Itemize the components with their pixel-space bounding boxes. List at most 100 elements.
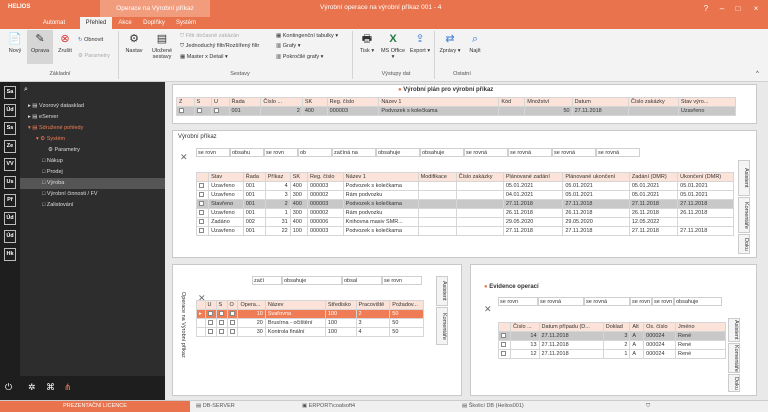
column-header[interactable]: Stav výro... — [677, 97, 737, 107]
module-vv-button[interactable]: VV — [4, 158, 16, 171]
column-header[interactable]: O — [226, 300, 239, 310]
clear-filter-icon[interactable]: ✕ — [180, 152, 188, 163]
table-row[interactable]: 13 27.11.2018 2 A 000024 René — [497, 340, 726, 350]
filter-field[interactable]: začíná na — [332, 148, 376, 157]
filter-field[interactable]: se rovn — [264, 148, 298, 157]
module-ss-button[interactable]: Ss — [4, 122, 16, 135]
advanced-charts-item[interactable]: ▥ Pokročilé grafy ▾ — [276, 53, 323, 61]
find-button[interactable]: ⌕ Najít — [464, 32, 486, 55]
table-row[interactable]: Uzavřeno 001 4 400 000003 Podvozek s kolečkam… — [195, 181, 734, 191]
filter-field[interactable]: obsahu — [230, 148, 264, 157]
menu-system[interactable]: Systém — [172, 17, 200, 29]
menu-prehled[interactable]: Přehled — [80, 17, 112, 29]
column-header[interactable]: Středisko — [324, 300, 357, 310]
filter-disabled-item[interactable]: ⛉ Filtr dočasně zakázán — [180, 32, 239, 40]
tab-asistent[interactable]: Asistent — [728, 318, 740, 342]
menu-akce[interactable]: Akce — [114, 17, 136, 29]
menu-automat[interactable]: Automat — [30, 17, 78, 29]
column-header[interactable]: Požadov... — [389, 300, 424, 310]
tree-icon[interactable]: ⌘ — [46, 382, 55, 393]
power-icon[interactable]: ⏻ — [5, 382, 12, 393]
pivot-item[interactable]: ▦ Kontingenční tabulky ▾ — [276, 32, 338, 40]
menu-doplnky[interactable]: Doplňky — [138, 17, 170, 29]
minimize-icon[interactable]: – — [716, 3, 728, 14]
filter-field[interactable]: obsahuje — [376, 148, 420, 157]
filter-status-icon[interactable]: ⛉ — [646, 403, 650, 410]
tab-komentare[interactable]: Komentáře — [728, 343, 740, 373]
column-header[interactable]: Opera... — [237, 300, 266, 310]
new-button[interactable]: 📄 Nový — [4, 32, 26, 55]
column-header[interactable]: Číslo ... — [260, 97, 303, 107]
column-header[interactable] — [195, 172, 210, 182]
nav-item-vyroba[interactable]: □ Výroba — [20, 178, 165, 189]
charts-item[interactable]: ▥ Grafy ▾ — [276, 42, 300, 50]
nav-item-parametry[interactable]: ⚙ Parametry — [48, 147, 80, 153]
column-header[interactable]: U — [211, 97, 230, 107]
edit-button[interactable]: ✎ Oprava — [27, 30, 53, 64]
nav-item-nakup[interactable]: □ Nákup — [42, 158, 63, 164]
tab-komentare[interactable]: Komentáře — [738, 197, 750, 233]
column-header[interactable]: SK — [289, 172, 308, 182]
collapse-ribbon-icon[interactable]: ^ — [756, 71, 759, 77]
column-header[interactable]: Množství — [524, 97, 573, 107]
column-header[interactable]: Ukončení (DMR) — [677, 172, 734, 182]
filter-field[interactable]: se rovná — [584, 297, 630, 306]
print-button[interactable]: 🖶 Tisk ▾ — [356, 32, 378, 55]
column-header[interactable]: Alt — [629, 322, 645, 332]
column-header[interactable]: Datum případu (D... — [538, 322, 604, 332]
ms-office-button[interactable]: X MS Office ▾ — [380, 32, 406, 61]
checkbox[interactable] — [193, 106, 213, 116]
export-button[interactable]: ⇪ Export ▾ — [408, 32, 432, 55]
filter-field[interactable]: se rovn — [630, 297, 652, 306]
table-row[interactable]: Stavřeno 001 2 400 000003 Podvozek s kolečkam… — [195, 199, 734, 209]
filter-field[interactable]: obsahuje — [420, 148, 464, 157]
table-row[interactable]: ▸ 10 Svařovna 100 2 50 — [196, 309, 424, 319]
delete-button[interactable]: ⊗ Zrušit — [54, 32, 76, 55]
column-header[interactable]: Řada — [228, 97, 262, 107]
table-row[interactable]: 30 Kontrola finální 100 4 50 — [196, 327, 424, 337]
column-header[interactable]: Číslo ... — [510, 322, 540, 332]
filter-field[interactable]: se rovn — [498, 297, 538, 306]
refresh-button[interactable]: ↻ Obnovit — [78, 36, 103, 44]
search-icon[interactable]: ⌕ — [24, 86, 28, 94]
column-header[interactable]: Řada — [242, 172, 266, 182]
messages-button[interactable]: ⇄ Zprávy ▾ — [438, 32, 462, 55]
tab-asistent[interactable]: Asistent — [738, 160, 750, 196]
parameters-button[interactable]: ⚙ Parametry — [78, 52, 110, 60]
simple-filter-item[interactable]: ⛉ Jednoduchý filtr/Rozšířený filtr — [180, 42, 259, 50]
module-ud3-button[interactable]: Úd — [4, 230, 16, 243]
filter-field[interactable]: ob — [298, 148, 332, 157]
nastav-button[interactable]: ⚙ Nastav — [122, 32, 146, 55]
filter-field[interactable]: se rovná — [596, 148, 640, 157]
column-header[interactable]: Kód — [498, 97, 526, 107]
filter-field[interactable]: se rovná — [538, 297, 584, 306]
table-row[interactable]: 20 Brusírna - očištění 100 3 50 — [196, 318, 424, 328]
column-header[interactable]: Reg. číslo — [306, 172, 344, 182]
column-header[interactable]: Stav — [208, 172, 244, 182]
column-header[interactable]: Zadání (DMR) — [628, 172, 679, 182]
column-header[interactable]: Číslo zakázky — [627, 97, 679, 107]
column-header[interactable] — [497, 322, 512, 332]
master-detail-item[interactable]: ▦ Master x Detail ▾ — [180, 53, 228, 61]
help-icon[interactable]: ? — [700, 3, 712, 14]
checkbox[interactable] — [176, 106, 195, 116]
close-icon[interactable]: × — [750, 3, 762, 14]
column-header[interactable]: S — [215, 300, 228, 310]
tab-doku[interactable]: Doku — [728, 374, 740, 392]
nav-item-system[interactable]: ▾ ⚙ Systém — [36, 136, 65, 142]
filter-field[interactable]: se rovná — [464, 148, 508, 157]
nav-item-vzorovy-datasklad[interactable]: ▸ ▤ Vzorový datasklad — [28, 103, 84, 109]
filter-field[interactable]: se rovn — [652, 297, 674, 306]
table-row[interactable]: 12 27.11.2018 1 A 000024 René — [497, 349, 726, 359]
column-header[interactable]: Název — [264, 300, 326, 310]
column-header[interactable]: Plánované ukončení — [562, 172, 630, 182]
module-ud2-button[interactable]: Úd — [4, 212, 16, 225]
filter-field[interactable]: začí — [252, 276, 282, 285]
column-header[interactable]: S — [193, 97, 213, 107]
column-header[interactable]: Plánované zadání — [502, 172, 564, 182]
filter-field[interactable]: se rovn — [196, 148, 230, 157]
column-header[interactable]: SK — [301, 97, 328, 107]
table-row[interactable]: 001 2 400 000003 Podvozek s kolečkama 50… — [176, 106, 737, 116]
clear-filter-icon[interactable]: ✕ — [484, 304, 492, 315]
maximize-icon[interactable]: □ — [732, 3, 744, 14]
